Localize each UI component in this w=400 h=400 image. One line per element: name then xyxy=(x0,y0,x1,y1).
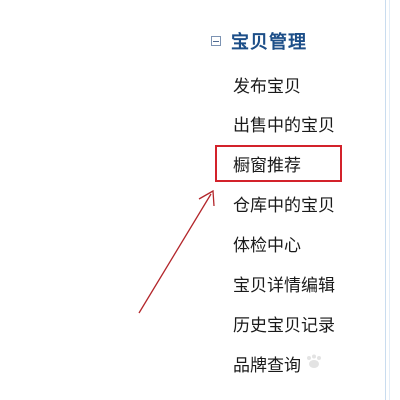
sidebar-item-warehouse[interactable]: 仓库中的宝贝 xyxy=(233,186,335,226)
section-title: 宝贝管理 xyxy=(231,32,307,53)
sidebar-border-inner xyxy=(389,0,390,400)
collapse-minus-icon[interactable] xyxy=(211,36,221,46)
sidebar-item-window-recommend[interactable]: 橱窗推荐 xyxy=(233,146,335,186)
sidebar-menu: 发布宝贝 出售中的宝贝 橱窗推荐 仓库中的宝贝 体检中心 宝贝详情编辑 历史宝贝… xyxy=(233,68,335,386)
sidebar-item-history[interactable]: 历史宝贝记录 xyxy=(233,306,335,346)
section-header-baobei-guanli[interactable]: 宝贝管理 xyxy=(211,28,307,54)
sidebar-item-on-sale[interactable]: 出售中的宝贝 xyxy=(233,106,335,146)
arrow-head-icon xyxy=(198,189,215,207)
sidebar-item-health-check[interactable]: 体检中心 xyxy=(233,226,335,266)
sidebar-item-detail-edit[interactable]: 宝贝详情编辑 xyxy=(233,266,335,306)
screenshot: 宝贝管理 发布宝贝 出售中的宝贝 橱窗推荐 仓库中的宝贝 体检中心 宝贝详情编辑… xyxy=(0,0,400,400)
arrow-shaft xyxy=(138,193,212,314)
sidebar-border xyxy=(385,0,386,400)
sidebar-item-publish[interactable]: 发布宝贝 xyxy=(233,68,335,106)
sidebar-item-brand-query[interactable]: 品牌查询 xyxy=(233,346,335,386)
annotation-arrow xyxy=(138,189,215,314)
